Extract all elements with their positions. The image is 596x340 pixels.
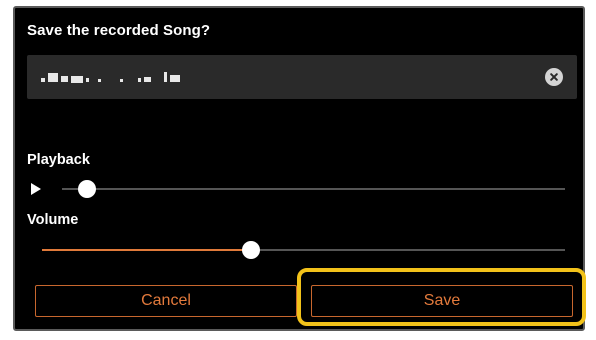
save-button[interactable]: Save [311, 285, 573, 317]
song-name-text: ■■■■■ ■ ■ ■ ■■ [41, 68, 42, 69]
cancel-button[interactable]: Cancel [35, 285, 297, 317]
save-song-dialog: Save the recorded Song? ■■■■■ ■ ■ ■ ■■ P… [13, 6, 585, 331]
volume-label: Volume [27, 212, 79, 228]
play-icon[interactable] [31, 183, 41, 195]
playback-slider[interactable] [62, 180, 565, 198]
song-name-field[interactable]: ■■■■■ ■ ■ ■ ■■ [27, 55, 577, 99]
clear-circle-icon[interactable] [545, 68, 563, 86]
volume-fill [42, 249, 251, 251]
dialog-title: Save the recorded Song? [27, 22, 211, 39]
playback-thumb[interactable] [78, 180, 96, 198]
volume-thumb[interactable] [242, 241, 260, 259]
song-name-value: ■■■■■ ■ ■ ■ ■■ [41, 68, 180, 86]
playback-track [62, 188, 565, 190]
volume-slider[interactable] [42, 241, 565, 259]
playback-label: Playback [27, 152, 90, 168]
